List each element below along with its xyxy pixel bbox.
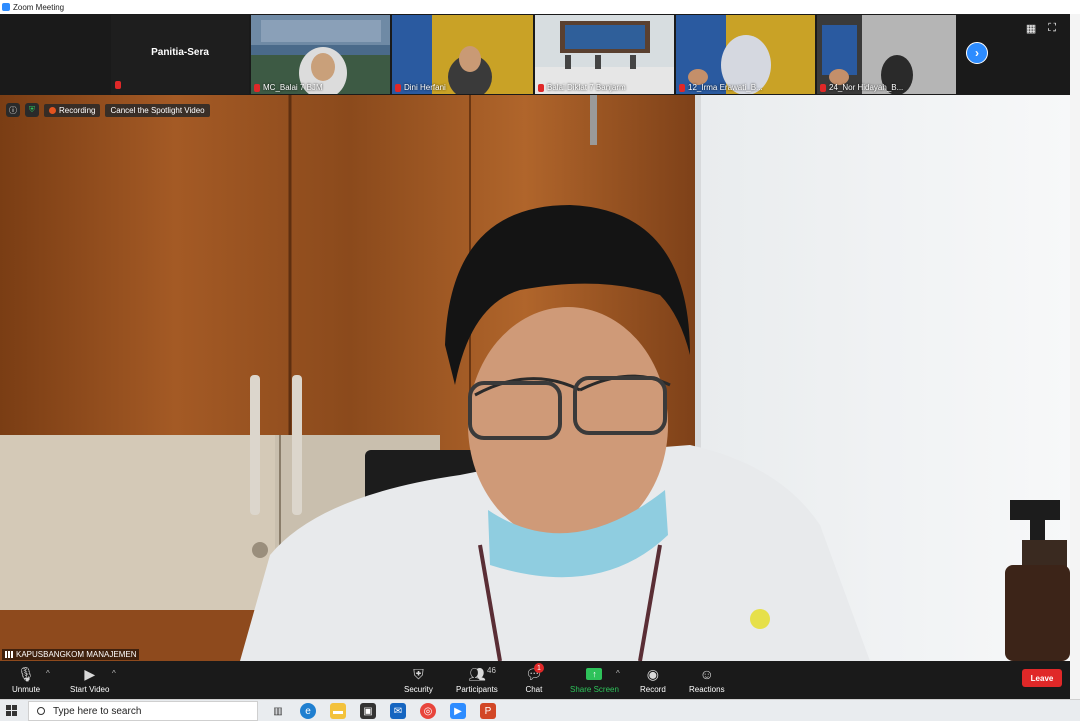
unmute-button[interactable]: 🎙︎ Unmute — [12, 664, 41, 695]
zoom-app-icon — [2, 3, 10, 11]
speaker-video-frame — [0, 95, 1070, 661]
video-options-caret-icon[interactable]: ^ — [112, 669, 116, 678]
next-page-arrow-icon[interactable]: › — [966, 42, 988, 64]
share-screen-button[interactable]: ↑ Share Screen — [570, 664, 619, 694]
participant-label: Dini Herfani — [395, 83, 446, 92]
participant-name: 24_Nor Hidayah_B... — [829, 83, 904, 92]
muted-microphone-icon: 🎙︎ — [17, 665, 35, 682]
recording-label: Recording — [59, 105, 96, 115]
security-button[interactable]: ⛨ Security — [404, 664, 433, 695]
reactions-button[interactable]: ☺︎ Reactions — [689, 664, 725, 694]
participant-name: MC_Balai 7 BJM — [263, 83, 323, 92]
taskbar-search-box[interactable]: Type here to search — [28, 701, 258, 721]
reactions-smiley-icon: ☺︎ — [699, 666, 714, 682]
strip-spacer — [0, 14, 110, 95]
task-view-icon[interactable]: ▥ — [270, 703, 286, 719]
participants-icon: 👥︎ — [468, 665, 486, 682]
shield-icon: ⛨ — [413, 665, 424, 682]
participant-name: 12_Irma Erawati_B... — [688, 83, 763, 92]
leave-button[interactable]: Leave — [1022, 669, 1062, 687]
muted-mic-icon — [254, 83, 260, 92]
participant-tile[interactable]: MC_Balai 7 BJM — [251, 15, 390, 94]
participant-name: Panitia-Sera — [151, 47, 209, 58]
gallery-view-icon[interactable]: ▦ — [1026, 22, 1036, 35]
muted-mic-icon — [820, 83, 826, 92]
participant-tile[interactable]: 24_Nor Hidayah_B... — [817, 15, 956, 94]
edge-browser-icon[interactable]: e — [300, 703, 316, 719]
gallery-strip: Panitia-Sera MC_Balai 7 BJM Dini Herfani… — [0, 14, 1070, 95]
share-screen-label: Share Screen — [570, 685, 619, 694]
cancel-spotlight-button[interactable]: Cancel the Spotlight Video — [105, 103, 210, 117]
participant-label: Balai Diklat 7 Banjarm — [538, 83, 626, 92]
window-edge — [1070, 14, 1080, 699]
participants-count: 46 — [487, 666, 496, 675]
audio-options-caret-icon[interactable]: ^ — [46, 669, 50, 678]
start-video-label: Start Video — [70, 685, 110, 694]
chat-unread-badge: 1 — [534, 663, 544, 673]
share-options-caret-icon[interactable]: ^ — [616, 669, 620, 678]
chrome-icon[interactable]: ◎ — [420, 703, 436, 719]
participant-tile[interactable]: Balai Diklat 7 Banjarm — [535, 15, 674, 94]
participant-tile[interactable]: 12_Irma Erawati_B... — [676, 15, 815, 94]
muted-mic-icon — [679, 83, 685, 92]
start-video-button[interactable]: ▶︎ Start Video — [70, 664, 110, 695]
security-label: Security — [404, 685, 433, 694]
muted-mic-icon — [115, 81, 121, 89]
view-controls: ▦ ⛶ — [1026, 22, 1056, 35]
meeting-overlay: ⓘ ⛨ Recording Cancel the Spotlight Video — [6, 103, 210, 117]
participant-tile-name-only[interactable]: Panitia-Sera — [111, 15, 249, 94]
encryption-shield-icon[interactable]: ⛨ — [25, 103, 39, 117]
windows-start-icon[interactable] — [6, 705, 18, 717]
speaker-name: KAPUSBANGKOM MANAJEMEN — [16, 650, 137, 659]
zoom-taskbar-icon[interactable]: ▶ — [450, 703, 466, 719]
recording-indicator[interactable]: Recording — [44, 103, 101, 117]
participant-label: MC_Balai 7 BJM — [254, 83, 323, 92]
participant-label: 24_Nor Hidayah_B... — [820, 83, 903, 92]
record-label: Record — [640, 685, 666, 694]
meeting-info-icon[interactable]: ⓘ — [6, 103, 20, 117]
video-off-icon: ▶︎ — [84, 665, 96, 682]
search-icon — [37, 707, 45, 715]
taskbar-pinned-apps: ▥ e ▬ ▣ ✉ ◎ ▶ P — [270, 703, 496, 719]
participants-label: Participants — [456, 685, 498, 694]
recording-dot-icon — [49, 106, 56, 114]
store-icon[interactable]: ▣ — [360, 703, 376, 719]
window-title: Zoom Meeting — [13, 2, 65, 12]
search-placeholder: Type here to search — [53, 705, 142, 717]
title-bar: Zoom Meeting — [0, 0, 1080, 14]
unmute-label: Unmute — [12, 685, 41, 694]
share-screen-icon: ↑ — [586, 664, 603, 684]
record-icon: ◉ — [646, 665, 659, 682]
muted-mic-icon — [395, 83, 401, 92]
windows-taskbar: Type here to search ▥ e ▬ ▣ ✉ ◎ ▶ P — [0, 699, 1080, 721]
zoom-window: Zoom Meeting Panitia-Sera MC_Balai 7 BJM — [0, 0, 1080, 721]
muted-mic-icon — [538, 83, 544, 92]
signal-strength-icon — [5, 651, 13, 658]
chat-label: Chat — [525, 685, 543, 694]
record-button[interactable]: ◉ Record — [640, 664, 666, 695]
fullscreen-icon[interactable]: ⛶ — [1048, 22, 1056, 35]
participant-tile[interactable]: Dini Herfani — [392, 15, 533, 94]
speaker-label: KAPUSBANGKOM MANAJEMEN — [2, 649, 140, 660]
reactions-label: Reactions — [689, 685, 725, 694]
meeting-controls: 🎙︎ Unmute ^ ▶︎ Start Video ^ ⛨ Security … — [0, 661, 1070, 699]
participant-name: Balai Diklat 7 Banjarm — [547, 83, 626, 92]
participant-name: Dini Herfani — [404, 83, 446, 92]
mail-icon[interactable]: ✉ — [390, 703, 406, 719]
file-explorer-icon[interactable]: ▬ — [330, 703, 346, 719]
participant-label: 12_Irma Erawati_B... — [679, 83, 763, 92]
powerpoint-icon[interactable]: P — [480, 703, 496, 719]
spotlight-video[interactable]: ⓘ ⛨ Recording Cancel the Spotlight Video… — [0, 95, 1070, 661]
